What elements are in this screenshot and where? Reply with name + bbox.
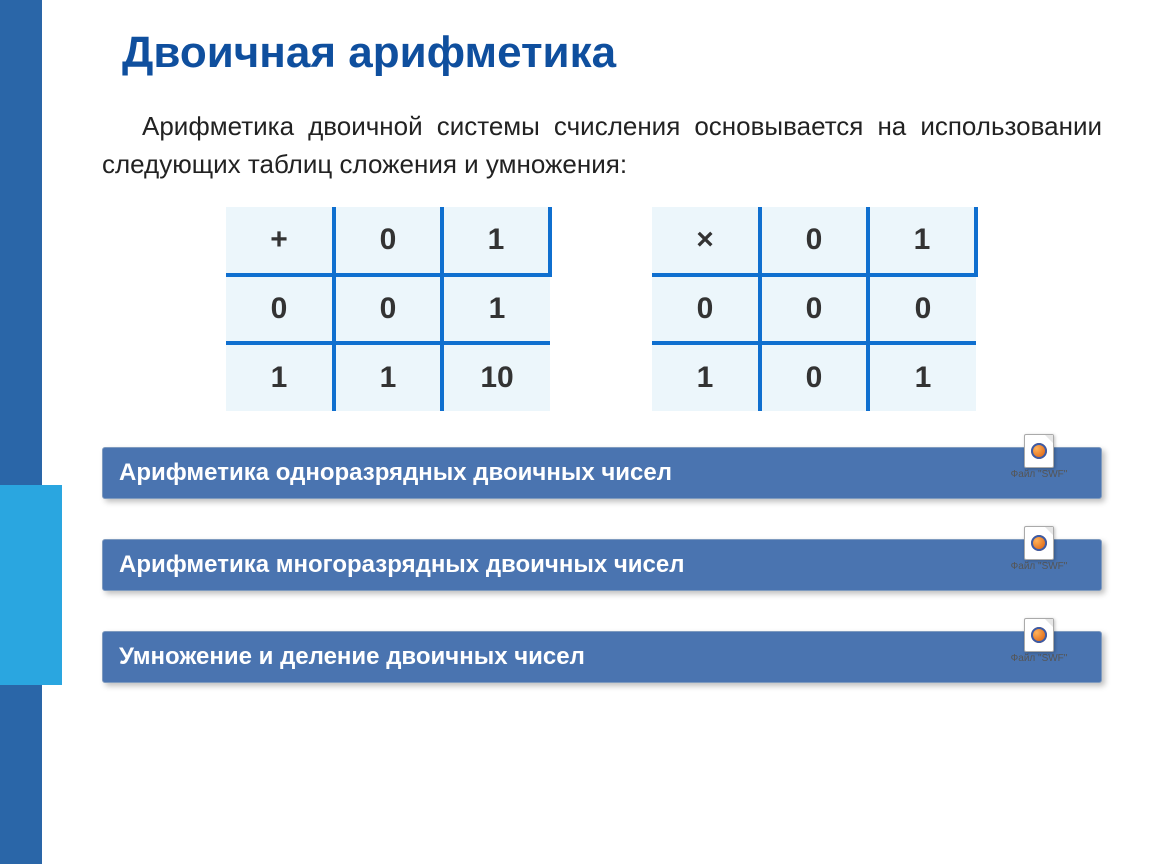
swf-file-icon	[1024, 618, 1054, 652]
file-attachment[interactable]: Файл "SWF"	[1003, 618, 1075, 664]
link-bar-mul-div[interactable]: Умножение и деление двоичных чисел Файл …	[102, 631, 1102, 683]
multiplication-op-symbol: ×	[652, 207, 760, 275]
multiplication-cell-11: 1	[868, 343, 976, 411]
intro-paragraph: Арифметика двоичной системы счисления ос…	[102, 108, 1102, 183]
file-attachment[interactable]: Файл "SWF"	[1003, 434, 1075, 480]
file-caption: Файл "SWF"	[1003, 562, 1075, 572]
multiplication-row0-head: 0	[652, 275, 760, 343]
multiplication-table: × 0 1 0 0 0 1 0 1	[652, 207, 978, 411]
file-attachment[interactable]: Файл "SWF"	[1003, 526, 1075, 572]
addition-op-symbol: +	[226, 207, 334, 275]
multiplication-cell-00: 0	[760, 275, 868, 343]
slide-side-bar	[0, 0, 42, 864]
file-icon-badge	[1031, 627, 1047, 643]
slide-side-accent	[0, 485, 62, 685]
multiplication-cell-01: 0	[868, 275, 976, 343]
swf-file-icon	[1024, 526, 1054, 560]
multiplication-header-1: 1	[868, 207, 976, 275]
link-bars: Арифметика одноразрядных двоичных чисел …	[102, 447, 1102, 683]
addition-cell-11: 10	[442, 343, 550, 411]
file-caption: Файл "SWF"	[1003, 654, 1075, 664]
multiplication-cell-10: 0	[760, 343, 868, 411]
addition-cell-01: 1	[442, 275, 550, 343]
link-bar-multi-digit[interactable]: Арифметика многоразрядных двоичных чисел…	[102, 539, 1102, 591]
link-bar-label: Арифметика одноразрядных двоичных чисел	[119, 459, 672, 487]
multiplication-row1-head: 1	[652, 343, 760, 411]
multiplication-header-0: 0	[760, 207, 868, 275]
addition-cell-00: 0	[334, 275, 442, 343]
link-bar-label: Арифметика многоразрядных двоичных чисел	[119, 551, 684, 579]
link-bar-single-digit[interactable]: Арифметика одноразрядных двоичных чисел …	[102, 447, 1102, 499]
addition-header-0: 0	[334, 207, 442, 275]
slide-content: Двоичная арифметика Арифметика двоичной …	[42, 0, 1150, 683]
file-caption: Файл "SWF"	[1003, 470, 1075, 480]
addition-table: + 0 1 0 0 1 1 1 10	[226, 207, 552, 411]
slide-title: Двоичная арифметика	[102, 28, 1102, 78]
file-icon-badge	[1031, 535, 1047, 551]
addition-header-1: 1	[442, 207, 550, 275]
addition-row0-head: 0	[226, 275, 334, 343]
link-bar-label: Умножение и деление двоичных чисел	[119, 643, 585, 671]
swf-file-icon	[1024, 434, 1054, 468]
tables-row: + 0 1 0 0 1 1 1 10 × 0 1 0 0	[102, 207, 1102, 411]
file-icon-badge	[1031, 443, 1047, 459]
addition-cell-10: 1	[334, 343, 442, 411]
addition-row1-head: 1	[226, 343, 334, 411]
